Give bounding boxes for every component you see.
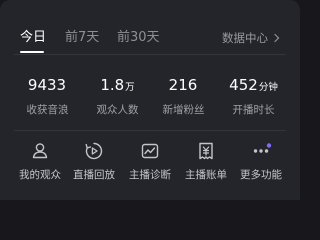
stat-value: 452分钟 [229, 76, 278, 94]
live-replay-button[interactable]: 直播回放 [64, 140, 124, 182]
tabs-divider [14, 54, 286, 55]
stats-divider [14, 130, 286, 131]
action-label: 我的观众 [19, 169, 61, 181]
my-audience-button[interactable]: 我的观众 [10, 140, 70, 182]
more-icon [253, 143, 272, 153]
stat-value: 216 [168, 76, 198, 94]
action-label: 主播账单 [185, 169, 227, 181]
diagnosis-icon [141, 143, 159, 159]
data-center-link[interactable]: 数据中心 [222, 30, 280, 46]
action-label: 更多功能 [240, 169, 282, 181]
stat-viewers[interactable]: 1.8万 观众人数 [80, 76, 155, 117]
audience-icon [32, 143, 48, 159]
tab-today[interactable]: 今日 [20, 29, 46, 47]
streamer-bill-button[interactable]: 主播账单 [176, 140, 236, 182]
more-features-button[interactable]: 更多功能 [231, 140, 291, 182]
stat-label: 观众人数 [96, 104, 139, 116]
time-range-tabs: 今日 前7天 前30天 数据中心 [0, 0, 300, 54]
active-tab-indicator [20, 51, 44, 53]
notification-dot [266, 143, 272, 148]
bill-icon [199, 142, 213, 160]
stat-new-followers[interactable]: 216 新增粉丝 [146, 76, 221, 117]
stat-sound-waves[interactable]: 9433 收获音浪 [10, 76, 85, 117]
tab-last-30-days[interactable]: 前30天 [117, 29, 160, 47]
action-label: 直播回放 [73, 169, 115, 181]
stat-label: 新增粉丝 [162, 104, 205, 116]
action-label: 主播诊断 [129, 169, 171, 181]
stat-stream-duration[interactable]: 452分钟 开播时长 [216, 76, 291, 117]
stat-label: 开播时长 [232, 104, 275, 116]
tab-last-7-days[interactable]: 前7天 [65, 29, 99, 47]
stat-value: 9433 [27, 76, 67, 94]
stat-value: 1.8万 [100, 76, 135, 94]
live-stats-card: 今日 前7天 前30天 数据中心 9433 收获音浪 1.8万 观众人数 216… [0, 0, 300, 200]
chevron-right-icon [270, 33, 280, 43]
replay-icon [85, 142, 103, 160]
streamer-diagnosis-button[interactable]: 主播诊断 [120, 140, 180, 182]
stat-label: 收获音浪 [26, 104, 69, 116]
data-center-label: 数据中心 [222, 31, 268, 45]
